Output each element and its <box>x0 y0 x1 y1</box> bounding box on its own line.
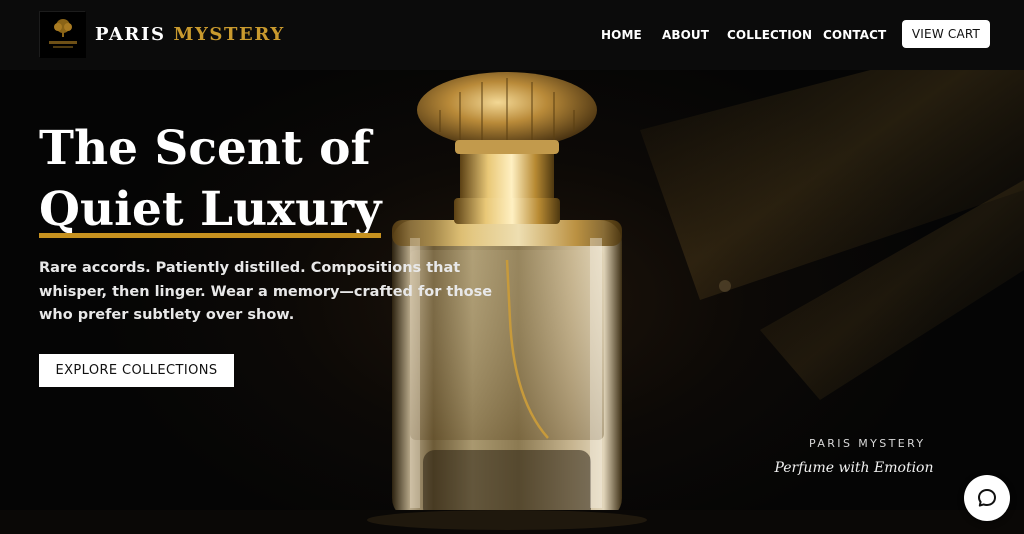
hero-tagline: Perfume with Emotion <box>774 460 934 476</box>
nav-home[interactable]: HOME <box>601 26 642 44</box>
brand-word-mystery: MYSTERY <box>173 24 285 45</box>
chat-bubble-icon <box>978 489 996 507</box>
explore-collections-button[interactable]: EXPLORE COLLECTIONS <box>39 354 234 387</box>
tree-emblem-icon <box>40 12 86 58</box>
hero-section: The Scent of Quiet Luxury Rare accords. … <box>0 70 1024 534</box>
hero-headline: The Scent of Quiet Luxury <box>39 118 459 240</box>
nav-collection[interactable]: COLLECTION <box>727 26 812 44</box>
brand-word-paris: PARIS <box>95 24 166 45</box>
view-cart-button[interactable]: VIEW CART <box>902 20 990 48</box>
nav-about[interactable]: ABOUT <box>662 26 709 44</box>
headline-line-1: The Scent of <box>39 121 371 176</box>
logo[interactable] <box>39 11 86 58</box>
headline-line-2: Quiet Luxury <box>39 179 382 240</box>
nav-contact[interactable]: CONTACT <box>823 26 886 44</box>
hero-tag-brand: PARIS MYSTERY <box>809 437 926 450</box>
hero-subtext: Rare accords. Patiently distilled. Compo… <box>39 260 493 323</box>
brand-name[interactable]: PARIS MYSTERY <box>95 22 285 48</box>
site-header: PARIS MYSTERY HOME ABOUT COLLECTION CONT… <box>0 0 1024 70</box>
chat-button[interactable] <box>964 475 1010 521</box>
